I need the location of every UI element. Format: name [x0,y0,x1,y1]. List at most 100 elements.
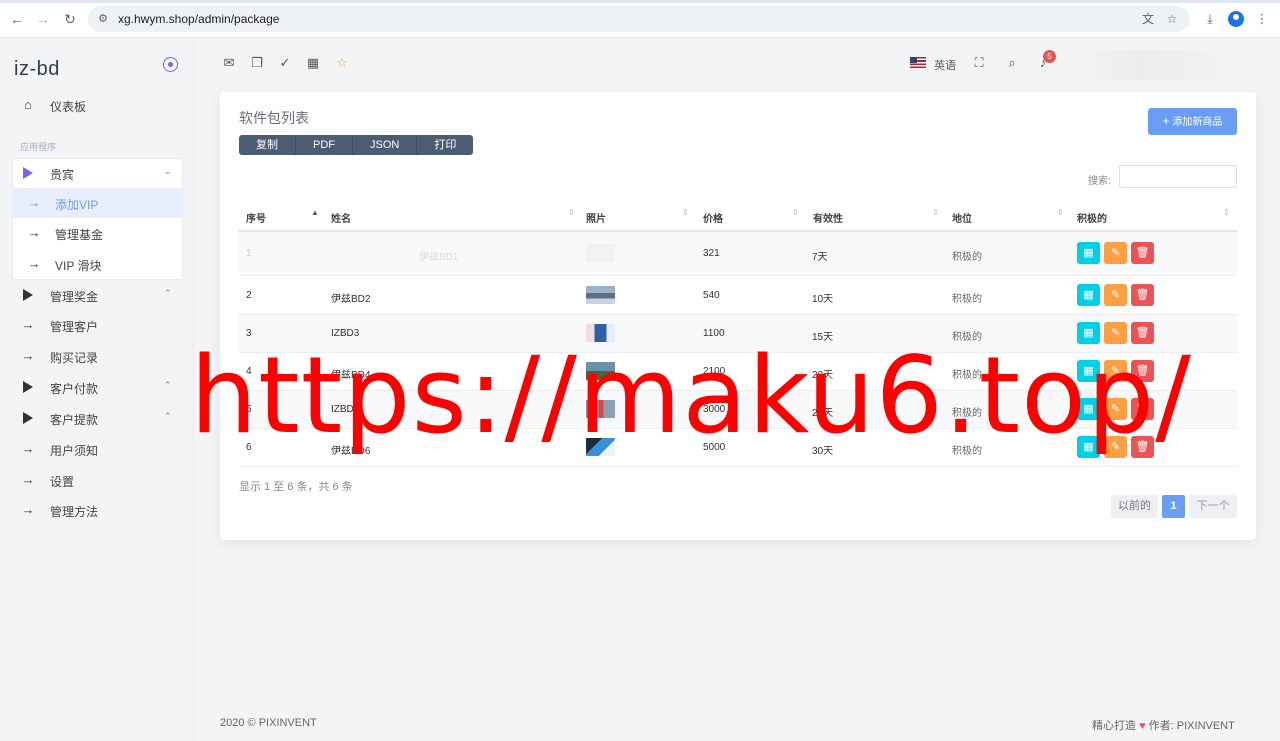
language-selector[interactable]: 英语 [934,57,956,73]
delete-trash-icon[interactable]: 🗑 [1131,436,1154,458]
edit-pencil-icon[interactable]: ✎ [1104,322,1127,344]
pagination-next[interactable]: 下一个 [1189,495,1237,518]
sort-icon[interactable]: ⇕ [932,209,939,217]
table-info: 显示 1 至 6 条，共 6 条 [239,481,353,493]
calendar-icon[interactable]: ▦ [305,55,321,71]
delete-trash-icon[interactable]: 🗑 [1131,242,1154,264]
search-input[interactable] [1119,165,1237,188]
sidebar-item-manage-methods[interactable]: → 管理方法 [0,495,194,525]
package-photo[interactable] [586,362,615,380]
sidebar-item-label: 用户须知 [50,444,99,458]
sidebar-item-add-vip[interactable]: → 添加VIP [0,188,194,218]
url-text[interactable]: xg.hwym.shop/admin/package [118,12,279,26]
copy-button[interactable]: 复制 [239,135,296,155]
view-calendar-icon[interactable]: ▦ [1077,322,1100,344]
chevron-up-icon: ⌃ [164,288,172,298]
json-button[interactable]: JSON [353,135,418,155]
sort-icon[interactable]: ⇕ [682,209,689,217]
delete-trash-icon[interactable]: 🗑 [1131,398,1154,420]
package-photo[interactable] [586,400,615,418]
bookmark-star-icon[interactable]: ☆ [1164,11,1180,27]
edit-pencil-icon[interactable]: ✎ [1104,398,1127,420]
row-number: 1 [246,248,252,259]
site-info-icon[interactable]: ⚙ [96,12,110,26]
us-flag-icon[interactable] [910,57,926,68]
add-new-item-button[interactable]: + 添加新商品 [1148,108,1237,135]
column-header-name[interactable]: 姓名 [331,210,351,225]
sidebar-item-settings[interactable]: → 设置 [0,465,194,495]
print-button[interactable]: 打印 [417,135,474,155]
edit-pencil-icon[interactable]: ✎ [1104,284,1127,306]
row-name: 伊兹BD2 [331,294,371,305]
column-header-price[interactable]: 价格 [703,210,723,225]
edit-pencil-icon[interactable]: ✎ [1104,242,1127,264]
fullscreen-icon[interactable]: ⛶ [971,55,987,71]
column-header-validity[interactable]: 有效性 [813,210,843,225]
delete-trash-icon[interactable]: 🗑 [1131,360,1154,382]
column-header-status[interactable]: 地位 [952,210,972,225]
column-header-actions[interactable]: 积极的 [1077,210,1107,225]
pdf-button[interactable]: PDF [296,135,353,155]
pagination-prev[interactable]: 以前的 [1111,495,1158,518]
sidebar-item-customer-payments[interactable]: 客户付款 ⌃ [0,372,194,402]
row-number: 6 [246,442,252,453]
sidebar-item-manage-bonus[interactable]: 管理奖金 ⌃ [0,280,194,310]
sort-asc-icon[interactable]: ▲ [311,209,319,217]
view-calendar-icon[interactable]: ▦ [1077,398,1100,420]
profile-avatar-icon[interactable] [1228,11,1244,27]
column-header-photo[interactable]: 照片 [586,210,606,225]
export-button-group: 复制 PDF JSON 打印 [239,135,474,155]
package-photo[interactable] [586,286,615,304]
pagination-page-1[interactable]: 1 [1162,495,1185,518]
user-menu[interactable] [1070,50,1250,80]
edit-pencil-icon[interactable]: ✎ [1104,360,1127,382]
package-list-card: 软件包列表 复制 PDF JSON 打印 + 添加新商品 搜索: 序号 ▲ 姓名… [220,92,1256,540]
reload-icon[interactable]: ↻ [62,11,78,27]
row-status: 积极的 [952,294,982,305]
sidebar-item-customer-withdrawals[interactable]: 客户提款 ⌃ [0,403,194,433]
sidebar-item-vip[interactable]: 贵宾 ⌄ [0,158,194,188]
sort-icon[interactable]: ⇕ [1223,209,1230,217]
check-circle-icon[interactable]: ✓ [277,55,293,71]
package-photo[interactable] [586,324,615,342]
view-calendar-icon[interactable]: ▦ [1077,284,1100,306]
made-by: 精心打造 ♥ 作者: PIXINVENT [1092,717,1235,733]
delete-trash-icon[interactable]: 🗑 [1131,284,1154,306]
author-link[interactable]: PIXINVENT [1177,720,1235,732]
row-status: 积极的 [952,252,982,263]
plus-icon: + [1162,114,1170,128]
sort-icon[interactable]: ⇕ [792,209,799,217]
sidebar-item-purchase-records[interactable]: → 购买记录 [0,341,194,371]
edit-pencil-icon[interactable]: ✎ [1104,436,1127,458]
row-validity: 30天 [812,446,834,457]
delete-trash-icon[interactable]: 🗑 [1131,322,1154,344]
translate-icon[interactable]: 文 [1140,11,1156,27]
brand-logo[interactable]: iz-bd [14,58,60,81]
package-photo[interactable] [586,244,615,262]
row-price: 540 [703,290,720,301]
sidebar-item-label: 设置 [50,475,75,489]
view-calendar-icon[interactable]: ▦ [1077,436,1100,458]
address-bar[interactable]: ⚙ xg.hwym.shop/admin/package 文 ☆ [88,6,1190,32]
search-icon[interactable]: ⌕ [1004,55,1020,71]
sort-icon[interactable]: ⇕ [568,209,575,217]
sort-icon[interactable]: ⇕ [1057,209,1064,217]
column-header-no[interactable]: 序号 [246,210,266,225]
chat-icon[interactable]: ❐ [249,55,265,71]
view-calendar-icon[interactable]: ▦ [1077,360,1100,382]
sidebar-item-user-notice[interactable]: → 用户须知 [0,434,194,464]
sidebar-item-manage-customers[interactable]: → 管理客户 [0,310,194,340]
view-calendar-icon[interactable]: ▦ [1077,242,1100,264]
mail-icon[interactable]: ✉ [221,55,237,71]
sidebar-item-dashboard[interactable]: ⌂ 仪表板 [0,90,194,120]
sidebar-item-vip-slider[interactable]: → VIP 滑块 [0,249,194,279]
back-icon[interactable]: ← [9,11,25,27]
package-photo[interactable] [586,438,615,456]
sidebar-item-manage-fund[interactable]: → 管理基金 [0,218,194,248]
browser-menu-icon[interactable]: ⋮ [1254,11,1270,27]
forward-icon[interactable]: → [35,11,51,27]
row-name: IZBD5 [331,404,360,415]
star-icon[interactable]: ☆ [334,55,350,71]
download-icon[interactable]: ⤓ [1202,11,1218,27]
sidebar-toggle-icon[interactable] [163,57,178,72]
